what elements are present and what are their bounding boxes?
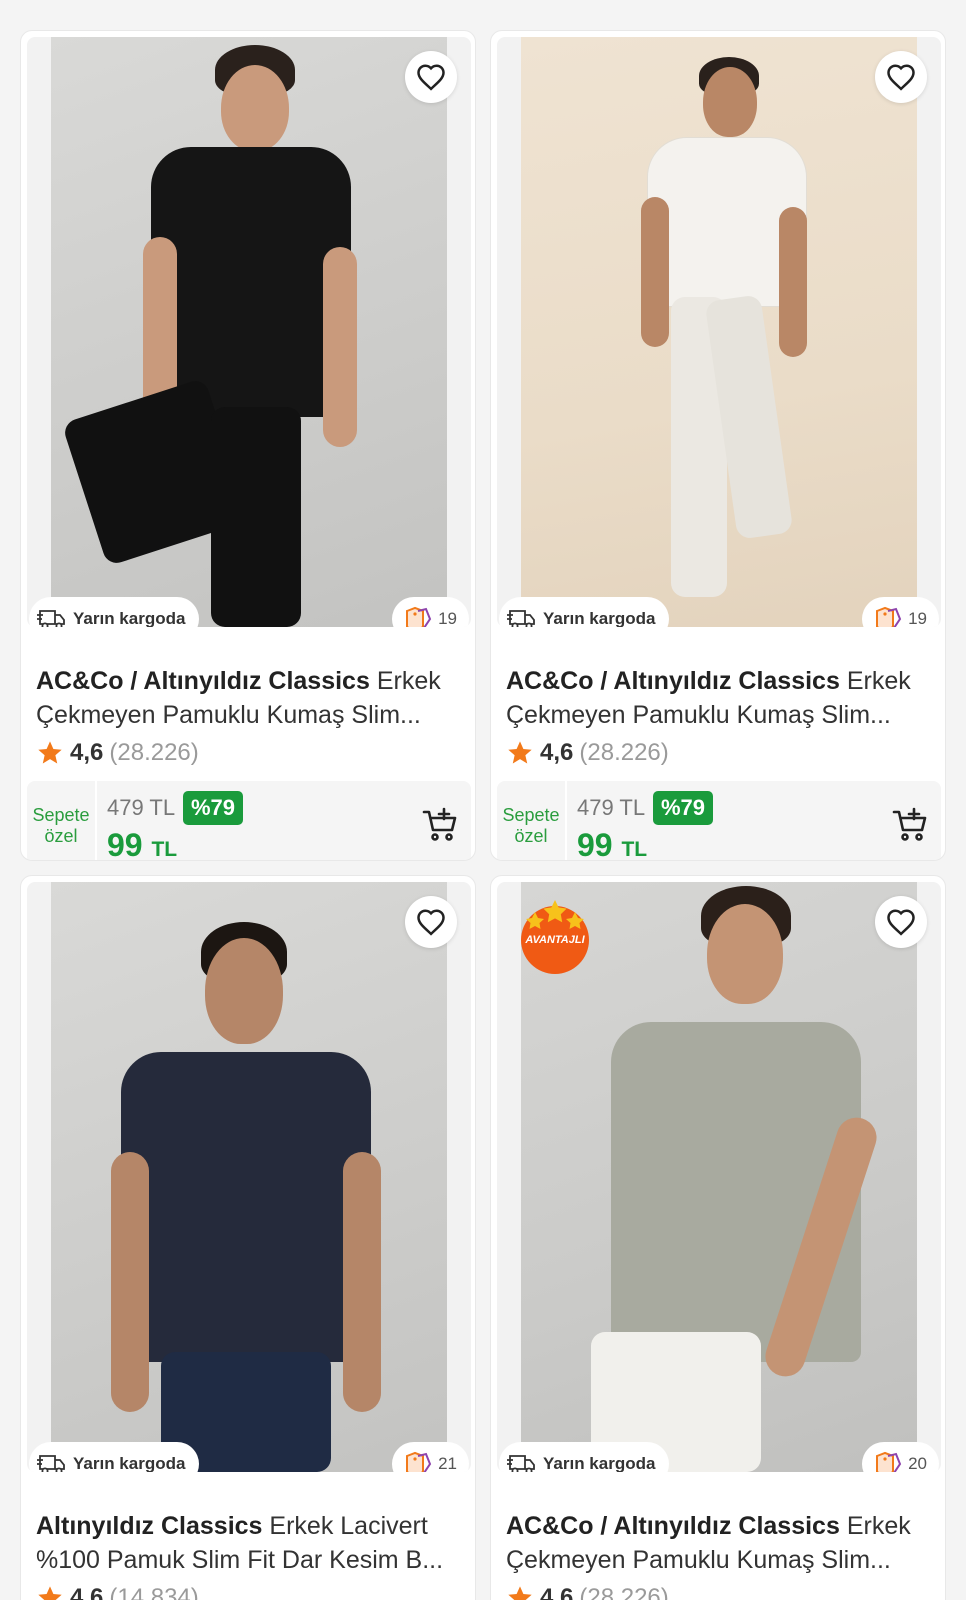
product-image[interactable]: Yarın kargoda 19 (27, 37, 471, 627)
product-rating: 4,6 (28.226) (506, 1584, 669, 1600)
shipping-badge: Yarın kargoda (499, 597, 670, 627)
coupon-badge: 21 (392, 1442, 469, 1472)
review-count: (28.226) (579, 1584, 669, 1600)
product-card[interactable]: AVANTAJLI Yarın kargoda 20 AC&Co / Altın… (490, 875, 946, 1600)
cart-special-label: Sepete özel (27, 781, 97, 860)
star-icon (38, 1586, 62, 1600)
product-image[interactable]: Yarın kargoda 21 (27, 882, 471, 1472)
favorite-button[interactable] (405, 51, 457, 103)
shipping-label: Yarın kargoda (543, 1454, 656, 1472)
product-name-line1: Erkek Lacivert (269, 1512, 428, 1540)
coupon-icon (406, 606, 432, 627)
product-brand: AC&Co / Altınyıldız Classics (506, 1512, 840, 1540)
coupon-badge: 20 (862, 1442, 939, 1472)
review-count: (28.226) (109, 739, 199, 766)
heart-icon (887, 909, 915, 936)
star-icon (508, 741, 532, 764)
product-name-line1: Erkek (376, 667, 441, 695)
coupon-count: 20 (908, 1454, 927, 1472)
favorite-button[interactable] (875, 896, 927, 948)
rating-value: 4,6 (70, 739, 104, 766)
review-count: (28.226) (579, 739, 669, 766)
rating-value: 4,6 (540, 1584, 574, 1600)
cart-special-label: Sepete özel (497, 781, 567, 860)
shipping-badge: Yarın kargoda (29, 597, 200, 627)
avantajli-badge: AVANTAJLI (515, 894, 595, 976)
product-name-line2: %100 Pamuk Slim Fit Dar Kesim B... (36, 1546, 444, 1574)
discount-badge: %79 (653, 791, 714, 825)
heart-icon (887, 64, 915, 91)
coupon-badge: 19 (862, 597, 939, 627)
product-title[interactable]: AC&Co / Altınyıldız Classics Erkek Çekme… (506, 1509, 931, 1577)
product-name-line2: Çekmeyen Pamuklu Kumaş Slim... (506, 701, 891, 729)
review-count: (14.834) (109, 1584, 199, 1600)
old-price: 479 TL (577, 795, 646, 820)
coupon-icon (876, 1451, 902, 1472)
shipping-badge: Yarın kargoda (499, 1442, 670, 1472)
add-to-cart-icon[interactable] (421, 805, 461, 845)
product-title[interactable]: Altınyıldız Classics Erkek Lacivert %100… (36, 1509, 461, 1577)
coupon-badge: 19 (392, 597, 469, 627)
product-brand: Altınyıldız Classics (36, 1512, 263, 1540)
product-name-line1: Erkek (846, 1512, 911, 1540)
coupon-count: 19 (908, 609, 927, 627)
truck-icon (37, 1455, 65, 1472)
heart-icon (417, 64, 445, 91)
favorite-button[interactable] (875, 51, 927, 103)
product-title[interactable]: AC&Co / Altınyıldız Classics Erkek Çekme… (506, 664, 931, 732)
current-price: 99 TL (107, 827, 178, 861)
badge-label: AVANTAJLI (525, 934, 585, 946)
product-rating: 4,6 (28.226) (36, 739, 199, 767)
product-brand: AC&Co / Altınyıldız Classics (506, 667, 840, 695)
truck-icon (37, 610, 65, 627)
coupon-icon (406, 1451, 432, 1472)
discount-badge: %79 (183, 791, 244, 825)
star-icon (508, 1586, 532, 1600)
coupon-count: 21 (438, 1454, 457, 1472)
product-name-line2: Çekmeyen Pamuklu Kumaş Slim... (36, 701, 421, 729)
shipping-label: Yarın kargoda (73, 1454, 186, 1472)
current-price: 99 TL (577, 827, 648, 861)
product-rating: 4,6 (14.834) (36, 1584, 199, 1600)
rating-value: 4,6 (70, 1584, 104, 1600)
add-to-cart-icon[interactable] (891, 805, 931, 845)
product-image[interactable]: AVANTAJLI Yarın kargoda 20 (497, 882, 941, 1472)
heart-icon (417, 909, 445, 936)
shipping-badge: Yarın kargoda (29, 1442, 200, 1472)
product-name-line2: Çekmeyen Pamuklu Kumaş Slim... (506, 1546, 891, 1574)
product-image[interactable]: Yarın kargoda 19 (497, 37, 941, 627)
coupon-count: 19 (438, 609, 457, 627)
product-title[interactable]: AC&Co / Altınyıldız Classics Erkek Çekme… (36, 664, 461, 732)
product-card[interactable]: Yarın kargoda 21 Altınyıldız Classics Er… (20, 875, 476, 1600)
product-name-line1: Erkek (846, 667, 911, 695)
shipping-label: Yarın kargoda (543, 609, 656, 627)
product-rating: 4,6 (28.226) (506, 739, 669, 767)
coupon-icon (876, 606, 902, 627)
star-icon (38, 741, 62, 764)
product-card[interactable]: Yarın kargoda 19 AC&Co / Altınyıldız Cla… (490, 30, 946, 861)
old-price: 479 TL (107, 795, 176, 820)
product-brand: AC&Co / Altınyıldız Classics (36, 667, 370, 695)
shipping-label: Yarın kargoda (73, 609, 186, 627)
price-box: Sepete özel 479 TL %79 99 TL (27, 781, 471, 861)
favorite-button[interactable] (405, 896, 457, 948)
price-box: Sepete özel 479 TL %79 99 TL (497, 781, 941, 861)
truck-icon (507, 1455, 535, 1472)
truck-icon (507, 610, 535, 627)
rating-value: 4,6 (540, 739, 574, 766)
product-card[interactable]: Yarın kargoda 19 AC&Co / Altınyıldız Cla… (20, 30, 476, 861)
